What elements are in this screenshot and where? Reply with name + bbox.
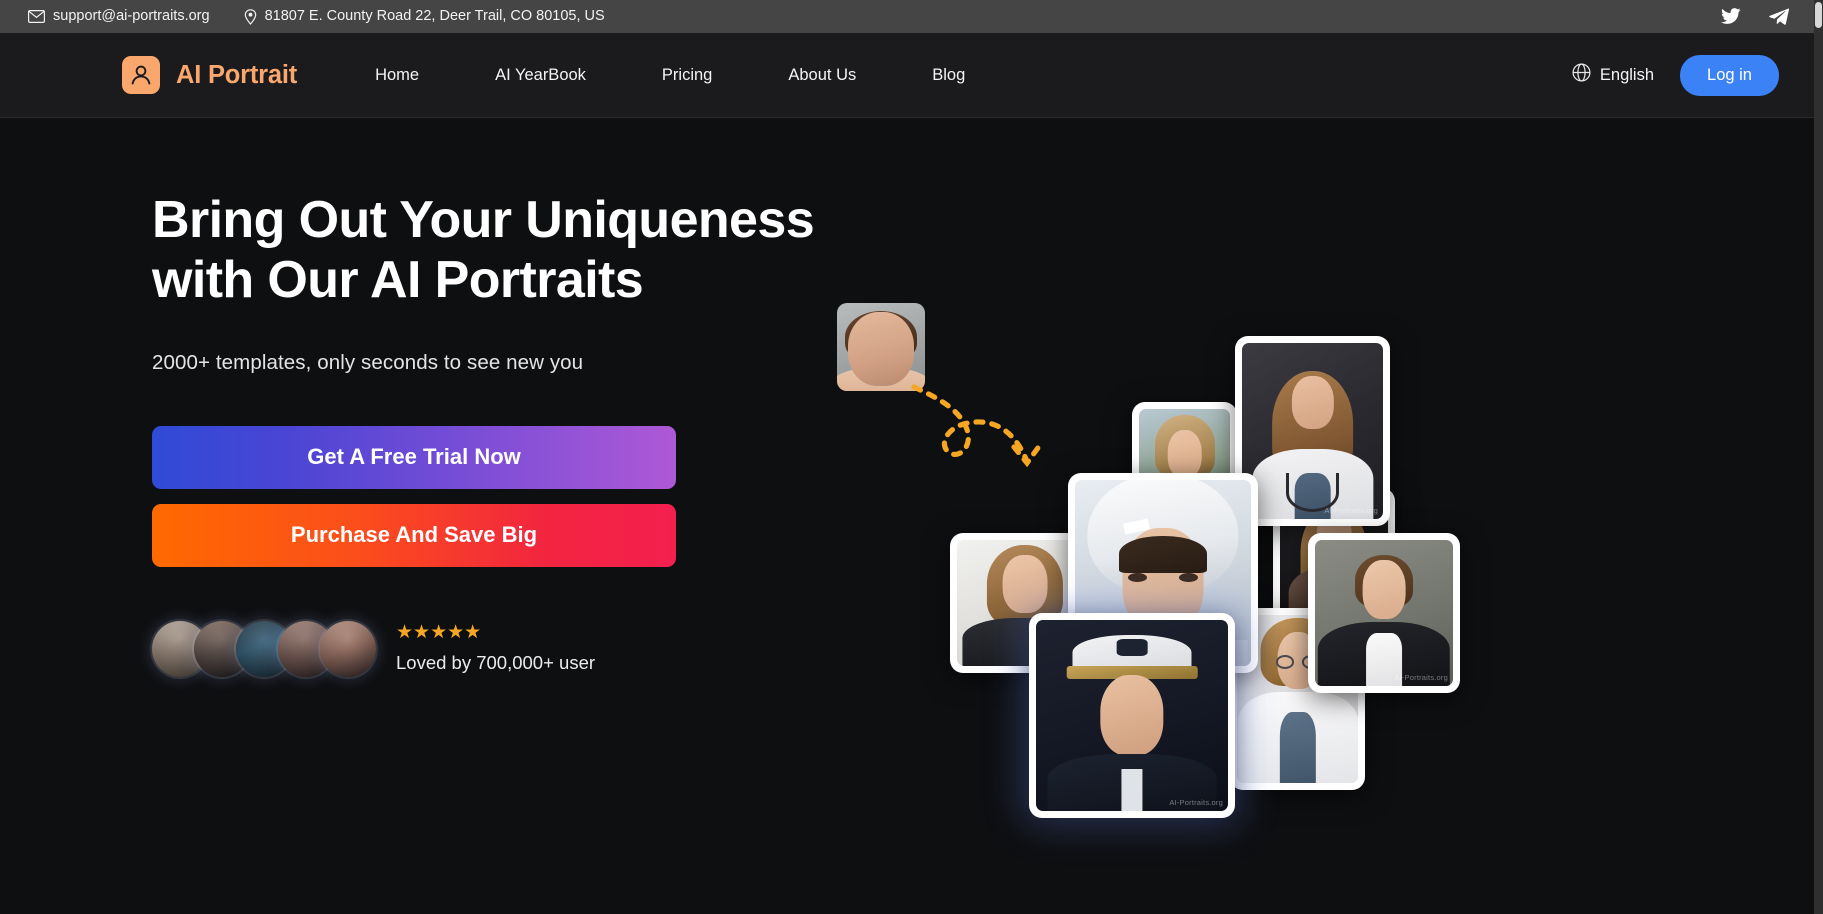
brand-name: AI Portrait [176, 60, 298, 89]
twitter-icon[interactable] [1721, 8, 1741, 25]
contact-address: 81807 E. County Road 22, Deer Trail, CO … [244, 8, 605, 25]
contact-email[interactable]: support@ai-portraits.org [28, 9, 210, 24]
login-button[interactable]: Log in [1680, 54, 1779, 96]
brand-logo[interactable]: AI Portrait [122, 56, 297, 94]
main-navigation: Home AI YearBook Pricing About Us Blog [337, 56, 1003, 95]
source-portrait-thumbnail [837, 303, 925, 391]
page-scrollbar[interactable] [1814, 0, 1823, 914]
get-free-trial-button[interactable]: Get A Free Trial Now [152, 425, 676, 489]
nav-item-pricing[interactable]: Pricing [624, 56, 750, 95]
social-proof-text: ★★★★★ Loved by 700,000+ user [396, 623, 595, 674]
hero-subtitle: 2000+ templates, only seconds to see new… [152, 350, 584, 374]
nav-item-blog[interactable]: Blog [894, 56, 1003, 95]
nav-item-about-us[interactable]: About Us [750, 56, 894, 95]
top-utility-bar: support@ai-portraits.org 81807 E. County… [0, 0, 1823, 33]
header-actions: English Log in [1572, 54, 1779, 96]
portrait-collage: AI-Portraits.org AI-Portraits.org AI-Por… [830, 178, 1530, 878]
user-avatar-icon [122, 56, 160, 94]
location-pin-icon [244, 8, 257, 25]
user-avatar-5 [320, 620, 376, 677]
social-proof: ★★★★★ Loved by 700,000+ user [152, 620, 852, 677]
telegram-icon[interactable] [1769, 8, 1789, 25]
star-rating: ★★★★★ [396, 622, 482, 644]
avatar-stack [152, 620, 376, 677]
hero-section: Bring Out Your Uniqueness with Our AI Po… [0, 118, 1823, 914]
contact-email-text: support@ai-portraits.org [53, 8, 210, 25]
purchase-and-save-button[interactable]: Purchase And Save Big [152, 503, 676, 567]
site-header: AI Portrait Home AI YearBook Pricing Abo… [0, 33, 1823, 118]
language-selector[interactable]: English [1572, 63, 1654, 87]
scrollbar-thumb[interactable] [1815, 2, 1822, 28]
portrait-card-doctor-white-coat[interactable]: AI-Portraits.org [1235, 336, 1390, 526]
watermark: AI-Portraits.org [1169, 798, 1223, 807]
portrait-card-navy-captain[interactable]: AI-Portraits.org [1029, 613, 1235, 818]
hero-title-line-1: Bring Out Your Uniqueness [152, 191, 815, 249]
topbar-contact-group: support@ai-portraits.org 81807 E. County… [28, 8, 605, 25]
page-title: Bring Out Your Uniqueness with Our AI Po… [152, 190, 852, 311]
nav-item-ai-yearbook[interactable]: AI YearBook [457, 56, 624, 95]
globe-icon [1572, 63, 1591, 87]
portrait-card-business-suit[interactable]: AI-Portraits.org [1308, 533, 1460, 693]
watermark: AI-Portraits.org [1324, 506, 1378, 515]
hero-content: Bring Out Your Uniqueness with Our AI Po… [152, 190, 852, 677]
watermark: AI-Portraits.org [1394, 673, 1448, 682]
loved-by-count: Loved by 700,000+ user [396, 652, 596, 674]
contact-address-text: 81807 E. County Road 22, Deer Trail, CO … [264, 8, 605, 25]
language-label: English [1599, 65, 1655, 84]
envelope-icon [28, 10, 45, 23]
nav-item-home[interactable]: Home [337, 56, 457, 95]
topbar-social-group [1721, 8, 1797, 25]
hero-title-line-2: with Our AI Portraits [152, 251, 644, 310]
